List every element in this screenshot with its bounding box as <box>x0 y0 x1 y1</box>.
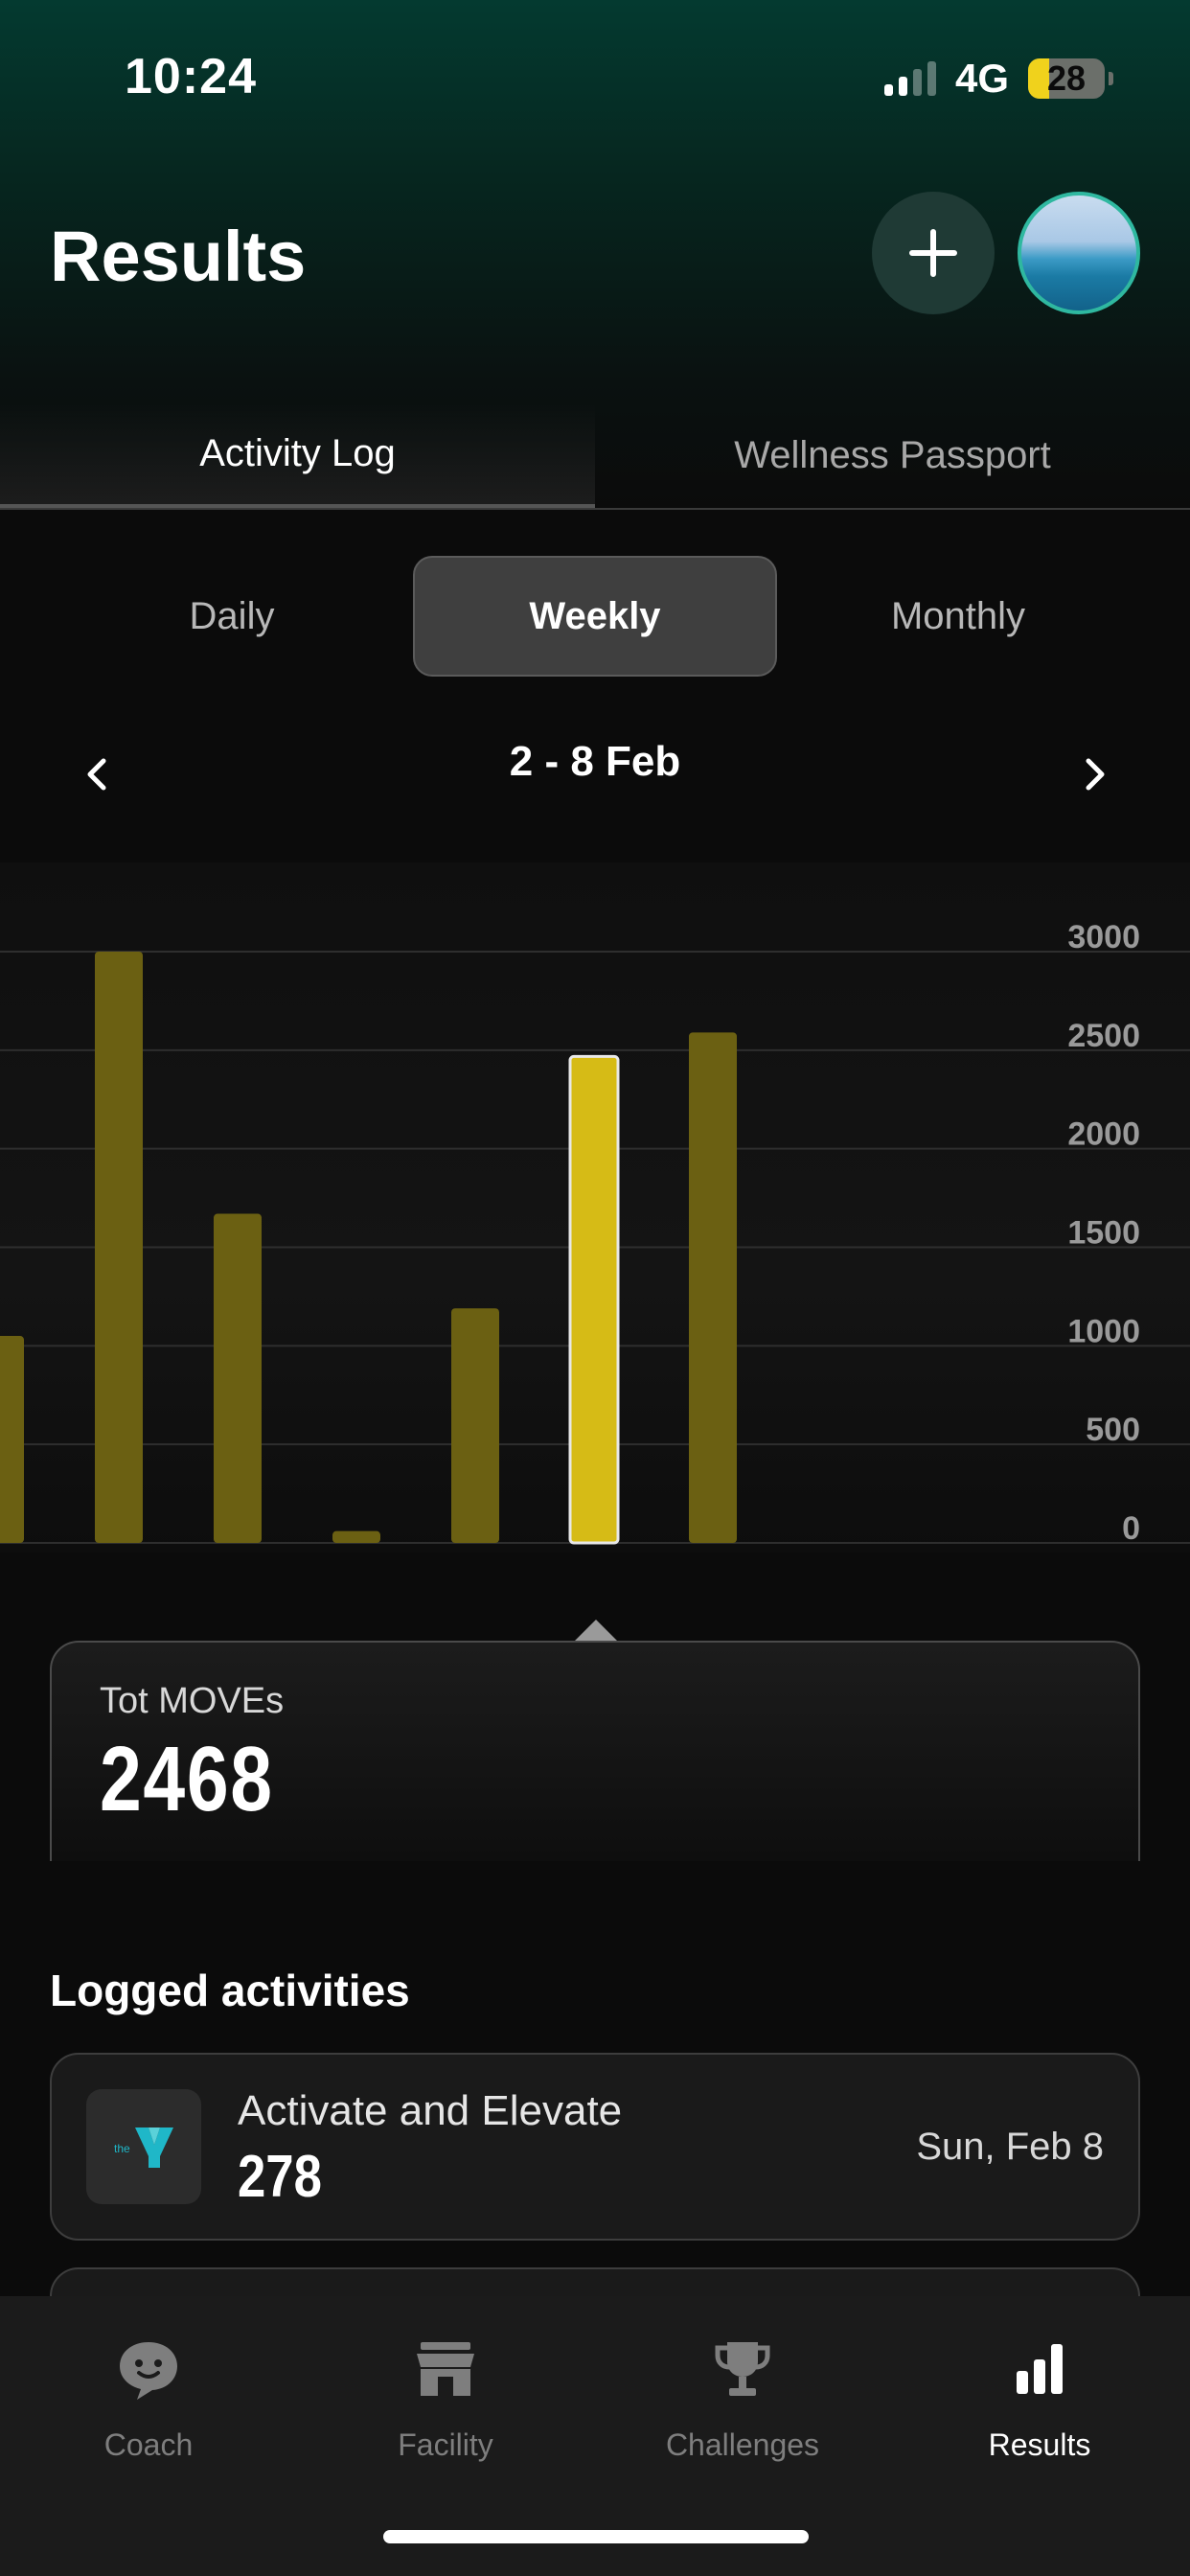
activity-moves: 278 <box>238 2144 322 2210</box>
the-y-logo: the <box>86 2089 201 2204</box>
tab-activity-log[interactable]: Activity Log <box>0 402 595 508</box>
avatar[interactable] <box>1018 192 1140 314</box>
network-label: 4G <box>954 56 1009 101</box>
chart-bar-selected[interactable] <box>568 1054 620 1545</box>
chart-tick-label: 1500 <box>1067 1215 1140 1252</box>
results-tabs: Activity Log Wellness Passport <box>0 402 1190 510</box>
nav-coach[interactable]: Coach <box>0 2334 297 2463</box>
chart-bar[interactable] <box>214 1213 262 1543</box>
chat-bubble-icon <box>120 2342 177 2400</box>
signal-icon <box>883 61 936 96</box>
add-button[interactable] <box>872 192 995 314</box>
total-moves-card: Tot MOVEs 2468 <box>50 1641 1140 1861</box>
nav-label-challenges: Challenges <box>665 2427 820 2462</box>
total-label: Tot MOVEs <box>100 1681 285 1721</box>
period-daily[interactable]: Daily <box>50 556 414 677</box>
chevron-right-icon[interactable] <box>1075 755 1113 794</box>
chart-bar[interactable] <box>0 1336 24 1543</box>
svg-text:the: the <box>114 2142 130 2155</box>
chart-bar[interactable] <box>689 1032 737 1543</box>
activity-date: Sun, Feb 8 <box>916 2126 1104 2168</box>
period-selector: Daily Weekly Monthly <box>0 556 1190 680</box>
tab-wellness-passport[interactable]: Wellness Passport <box>595 402 1190 508</box>
status-time: 10:24 <box>125 49 257 104</box>
total-value: 2468 <box>100 1728 274 1830</box>
date-range-label: 2 - 8 Feb <box>509 738 681 785</box>
chart-bar[interactable] <box>451 1308 499 1543</box>
trophy-icon <box>715 2342 770 2396</box>
chart-tick-label: 3000 <box>1067 919 1140 955</box>
period-monthly[interactable]: Monthly <box>776 556 1140 677</box>
chart-bar[interactable] <box>332 1530 380 1543</box>
nav-facility[interactable]: Facility <box>297 2334 594 2463</box>
chart-tick-label: 2500 <box>1067 1018 1140 1054</box>
selected-bar-pointer <box>575 1620 617 1641</box>
bar-chart-icon <box>1017 2344 1063 2394</box>
chart-tick-label: 1000 <box>1067 1313 1140 1349</box>
home-indicator <box>383 2530 809 2543</box>
nav-results[interactable]: Results <box>891 2334 1188 2463</box>
nav-challenges[interactable]: Challenges <box>594 2334 891 2463</box>
status-indicators: 4G 28 <box>883 56 1113 102</box>
logged-activities-title: Logged activities <box>50 1966 410 2015</box>
battery-icon: 28 <box>1028 58 1105 99</box>
moves-bar-chart: 3000 2500 2000 1500 1000 500 0 <box>0 862 1190 1552</box>
chart-bar[interactable] <box>95 952 143 1543</box>
chart-svg: 3000 2500 2000 1500 1000 500 0 <box>0 919 1190 1547</box>
battery-level: 28 <box>1046 58 1087 98</box>
activity-name: Activate and Elevate <box>238 2087 623 2134</box>
plus-icon <box>909 229 957 277</box>
activity-card[interactable]: the Activate and Elevate 278 Sun, Feb 8 <box>50 2053 1140 2241</box>
page-title: Results <box>50 217 307 296</box>
period-weekly[interactable]: Weekly <box>413 556 777 677</box>
nav-label-facility: Facility <box>398 2427 493 2462</box>
nav-label-coach: Coach <box>103 2427 194 2462</box>
storefront-icon <box>417 2342 474 2396</box>
chart-tick-label: 2000 <box>1067 1116 1140 1153</box>
chart-tick-label: 0 <box>1122 1510 1140 1547</box>
date-range-row: 2 - 8 Feb <box>0 738 1190 815</box>
chart-tick-label: 500 <box>1086 1412 1140 1448</box>
nav-label-results: Results <box>988 2427 1091 2462</box>
